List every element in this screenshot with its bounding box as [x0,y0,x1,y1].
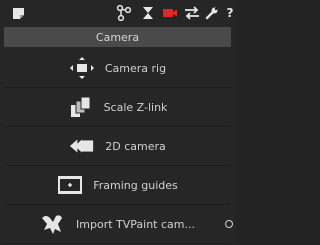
scale-zlink-icon [68,95,94,119]
list-item-2d-camera[interactable]: 2D camera [4,127,231,166]
list-item-framing-guides[interactable]: Framing guides [4,166,231,205]
camera-icon[interactable] [162,5,178,21]
list-item-scale-zlink[interactable]: Scale Z-link [4,88,231,127]
node-graph-icon[interactable] [116,5,132,21]
camera-panel: ? Camera Camera rig Scale Z-link 2D came… [0,0,235,245]
list-item-label: Camera rig [104,61,167,75]
wrench-icon[interactable] [204,5,220,21]
camera-tools-list: Camera rig Scale Z-link 2D camera Framin… [4,49,233,244]
2d-camera-icon [69,134,95,158]
panel-toolbar: ? [0,0,235,26]
list-item-import-tvpaint[interactable]: Import TVPaint cam... [4,205,233,244]
list-item-camera-rig[interactable]: Camera rig [4,49,231,88]
option-dot-icon[interactable] [225,220,233,228]
framing-guides-icon [57,173,83,197]
tvpaint-import-icon [40,212,66,236]
list-item-label: Import TVPaint cam... [76,217,195,231]
note-icon[interactable] [10,5,26,21]
help-icon[interactable]: ? [222,5,238,21]
swap-arrows-icon[interactable] [184,5,200,21]
hourglass-icon[interactable] [140,5,156,21]
list-item-label: 2D camera [105,139,166,153]
list-item-label: Framing guides [93,178,178,192]
panel-title: Camera [4,27,231,47]
list-item-label: Scale Z-link [103,100,168,114]
camera-rig-icon [69,56,95,80]
